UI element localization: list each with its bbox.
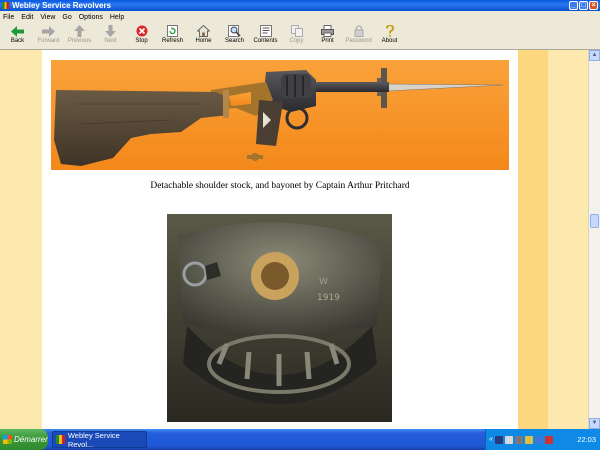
- windows-flag-icon: [3, 435, 12, 444]
- stop-icon: [135, 25, 149, 37]
- scroll-thumb[interactable]: [590, 214, 599, 228]
- taskbar-item-label: Webley Service Revol...: [67, 430, 120, 449]
- next-button[interactable]: Next: [95, 23, 126, 50]
- decorative-band: [518, 50, 548, 429]
- vertical-scrollbar[interactable]: ▲ ▼: [588, 50, 600, 429]
- menu-view[interactable]: View: [40, 14, 55, 21]
- stamped-marking-upper: W: [319, 277, 328, 287]
- password-icon: [352, 25, 366, 37]
- window-controls: _ □ ×: [569, 1, 598, 10]
- previous-button[interactable]: Previous: [64, 23, 95, 50]
- taskbar-item-webley[interactable]: Webley Service Revol...: [52, 430, 147, 449]
- start-button[interactable]: Démarrer: [0, 429, 48, 450]
- app-icon: [56, 435, 65, 444]
- window-title: Webley Service Revolvers: [12, 1, 112, 10]
- close-button[interactable]: ×: [589, 1, 598, 10]
- search-icon: [228, 25, 242, 37]
- maximize-button[interactable]: □: [579, 1, 588, 10]
- content-viewport: Detachable shoulder stock, and bayonet b…: [0, 50, 588, 429]
- revolver-stock-bayonet-photo: [51, 60, 509, 170]
- copy-icon: [290, 25, 304, 37]
- stamped-marking-year: 1919: [317, 293, 340, 303]
- refresh-button[interactable]: Refresh: [157, 23, 188, 50]
- app-icon[interactable]: [2, 2, 9, 9]
- menu-edit[interactable]: Edit: [21, 14, 33, 21]
- home-button[interactable]: Home: [188, 23, 219, 50]
- print-button[interactable]: Print: [312, 23, 343, 50]
- minimize-button[interactable]: _: [569, 1, 578, 10]
- refresh-icon: [166, 25, 180, 37]
- forward-button[interactable]: Forward: [33, 23, 64, 50]
- system-tray: « 22:03: [485, 429, 600, 450]
- menu-file[interactable]: File: [3, 14, 14, 21]
- right-margin: [548, 50, 588, 429]
- contents-icon: [259, 25, 273, 37]
- scroll-down-arrow-icon[interactable]: ▼: [589, 418, 600, 429]
- home-icon: [197, 25, 211, 37]
- forward-arrow-icon: [42, 25, 56, 37]
- left-margin: [0, 50, 42, 429]
- photo-caption: Detachable shoulder stock, and bayonet b…: [150, 181, 410, 191]
- title-bar: Webley Service Revolvers _ □ ×: [0, 0, 600, 11]
- connection-icon[interactable]: [534, 435, 543, 444]
- back-arrow-icon: [11, 25, 25, 37]
- contents-button[interactable]: Contents: [250, 23, 281, 50]
- stamped-fitting-photo: W 1919: [167, 214, 392, 422]
- next-arrow-icon: [104, 25, 118, 37]
- menu-bar: File Edit View Go Options Help: [0, 11, 600, 23]
- volume-icon[interactable]: [514, 435, 523, 444]
- toolbar: Back Forward Previous Next Stop Refresh …: [0, 23, 600, 50]
- about-icon: [383, 25, 397, 37]
- scroll-up-arrow-icon[interactable]: ▲: [589, 50, 600, 61]
- menu-options[interactable]: Options: [79, 14, 103, 21]
- clock: 22:03: [577, 435, 596, 444]
- menu-help[interactable]: Help: [110, 14, 124, 21]
- network-icon[interactable]: [494, 435, 503, 444]
- display-icon[interactable]: [504, 435, 513, 444]
- copy-button[interactable]: Copy: [281, 23, 312, 50]
- print-icon: [321, 25, 335, 37]
- tray-expand-chevron-icon[interactable]: «: [489, 436, 493, 443]
- antivirus-icon[interactable]: [544, 435, 553, 444]
- previous-arrow-icon: [73, 25, 87, 37]
- stop-button[interactable]: Stop: [126, 23, 157, 50]
- about-button[interactable]: About: [374, 23, 405, 50]
- security-icon[interactable]: [524, 435, 533, 444]
- password-button[interactable]: Password: [343, 23, 374, 50]
- search-button[interactable]: Search: [219, 23, 250, 50]
- back-button[interactable]: Back: [2, 23, 33, 50]
- menu-go[interactable]: Go: [62, 14, 71, 21]
- taskbar: Démarrer Webley Service Revol... « 22:03: [0, 429, 600, 450]
- start-label: Démarrer: [14, 435, 48, 444]
